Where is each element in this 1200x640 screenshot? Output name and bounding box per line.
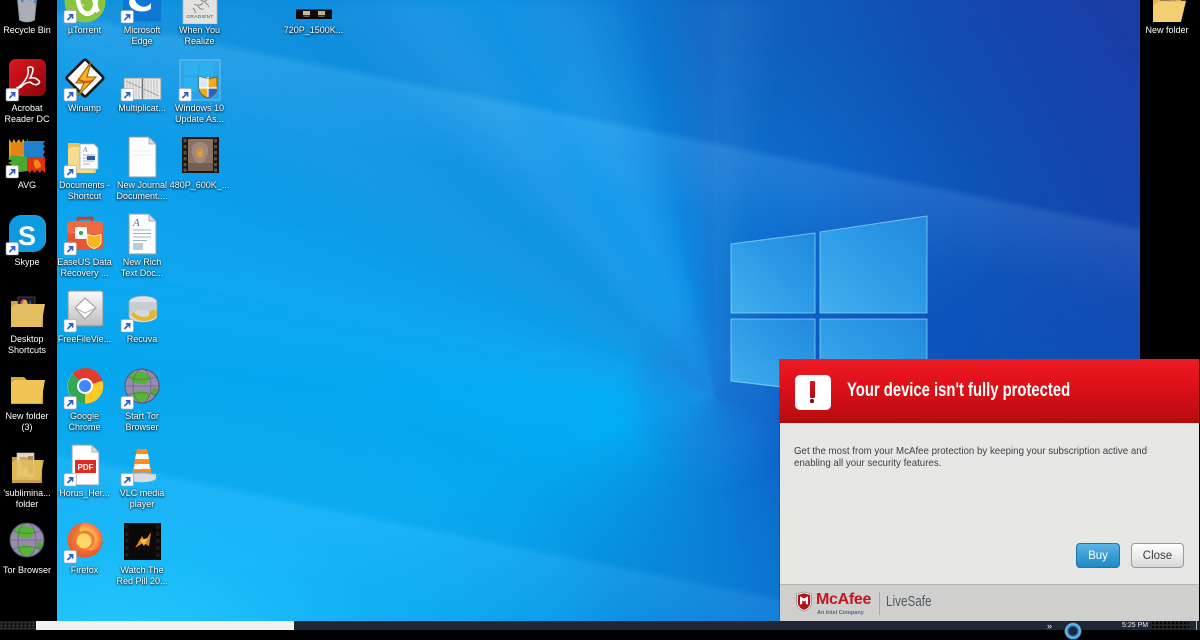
svg-text:A: A: [82, 146, 88, 154]
svg-text:A: A: [132, 217, 140, 229]
svg-text:GRADIENT: GRADIENT: [186, 14, 213, 20]
svg-text:PDF: PDF: [77, 463, 93, 472]
svg-text:S: S: [18, 221, 36, 251]
